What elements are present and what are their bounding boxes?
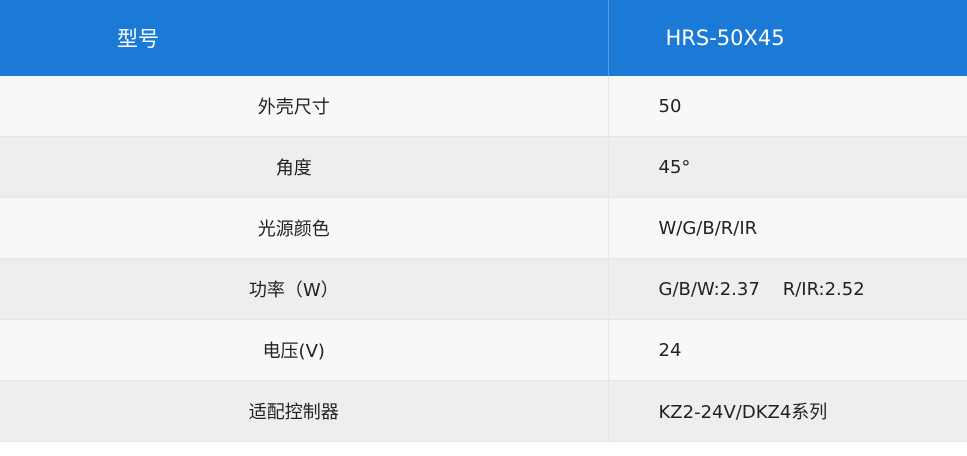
row-label: 功率（W）	[0, 258, 609, 320]
row-value: 45°	[608, 136, 967, 198]
row-label: 电压(V)	[0, 319, 609, 381]
row-value: 50	[608, 76, 967, 137]
header-model-label: 型号	[0, 0, 609, 76]
table-row: 外壳尺寸 50	[0, 76, 967, 137]
row-label: 外壳尺寸	[0, 76, 609, 137]
table-body: 外壳尺寸 50 角度 45° 光源颜色 W/G/B/R/IR 功率（W） G/B…	[0, 76, 967, 442]
row-value: KZ2-24V/DKZ4系列	[608, 380, 967, 442]
row-value: W/G/B/R/IR	[608, 197, 967, 259]
header-model-value: HRS-50X45	[608, 0, 967, 76]
table-row: 功率（W） G/B/W:2.37 R/IR:2.52	[0, 258, 967, 320]
row-label: 适配控制器	[0, 380, 609, 442]
table-row: 角度 45°	[0, 136, 967, 198]
table-row: 电压(V) 24	[0, 319, 967, 381]
row-label: 光源颜色	[0, 197, 609, 259]
table-header: 型号 HRS-50X45	[0, 0, 967, 76]
row-label: 角度	[0, 136, 609, 198]
table-row: 适配控制器 KZ2-24V/DKZ4系列	[0, 380, 967, 442]
table-row: 光源颜色 W/G/B/R/IR	[0, 197, 967, 259]
spec-table: 型号 HRS-50X45 外壳尺寸 50 角度 45° 光源颜色 W/G/B/R…	[0, 0, 967, 442]
row-value: 24	[608, 319, 967, 381]
row-value: G/B/W:2.37 R/IR:2.52	[608, 258, 967, 320]
header-row: 型号 HRS-50X45	[0, 0, 967, 76]
